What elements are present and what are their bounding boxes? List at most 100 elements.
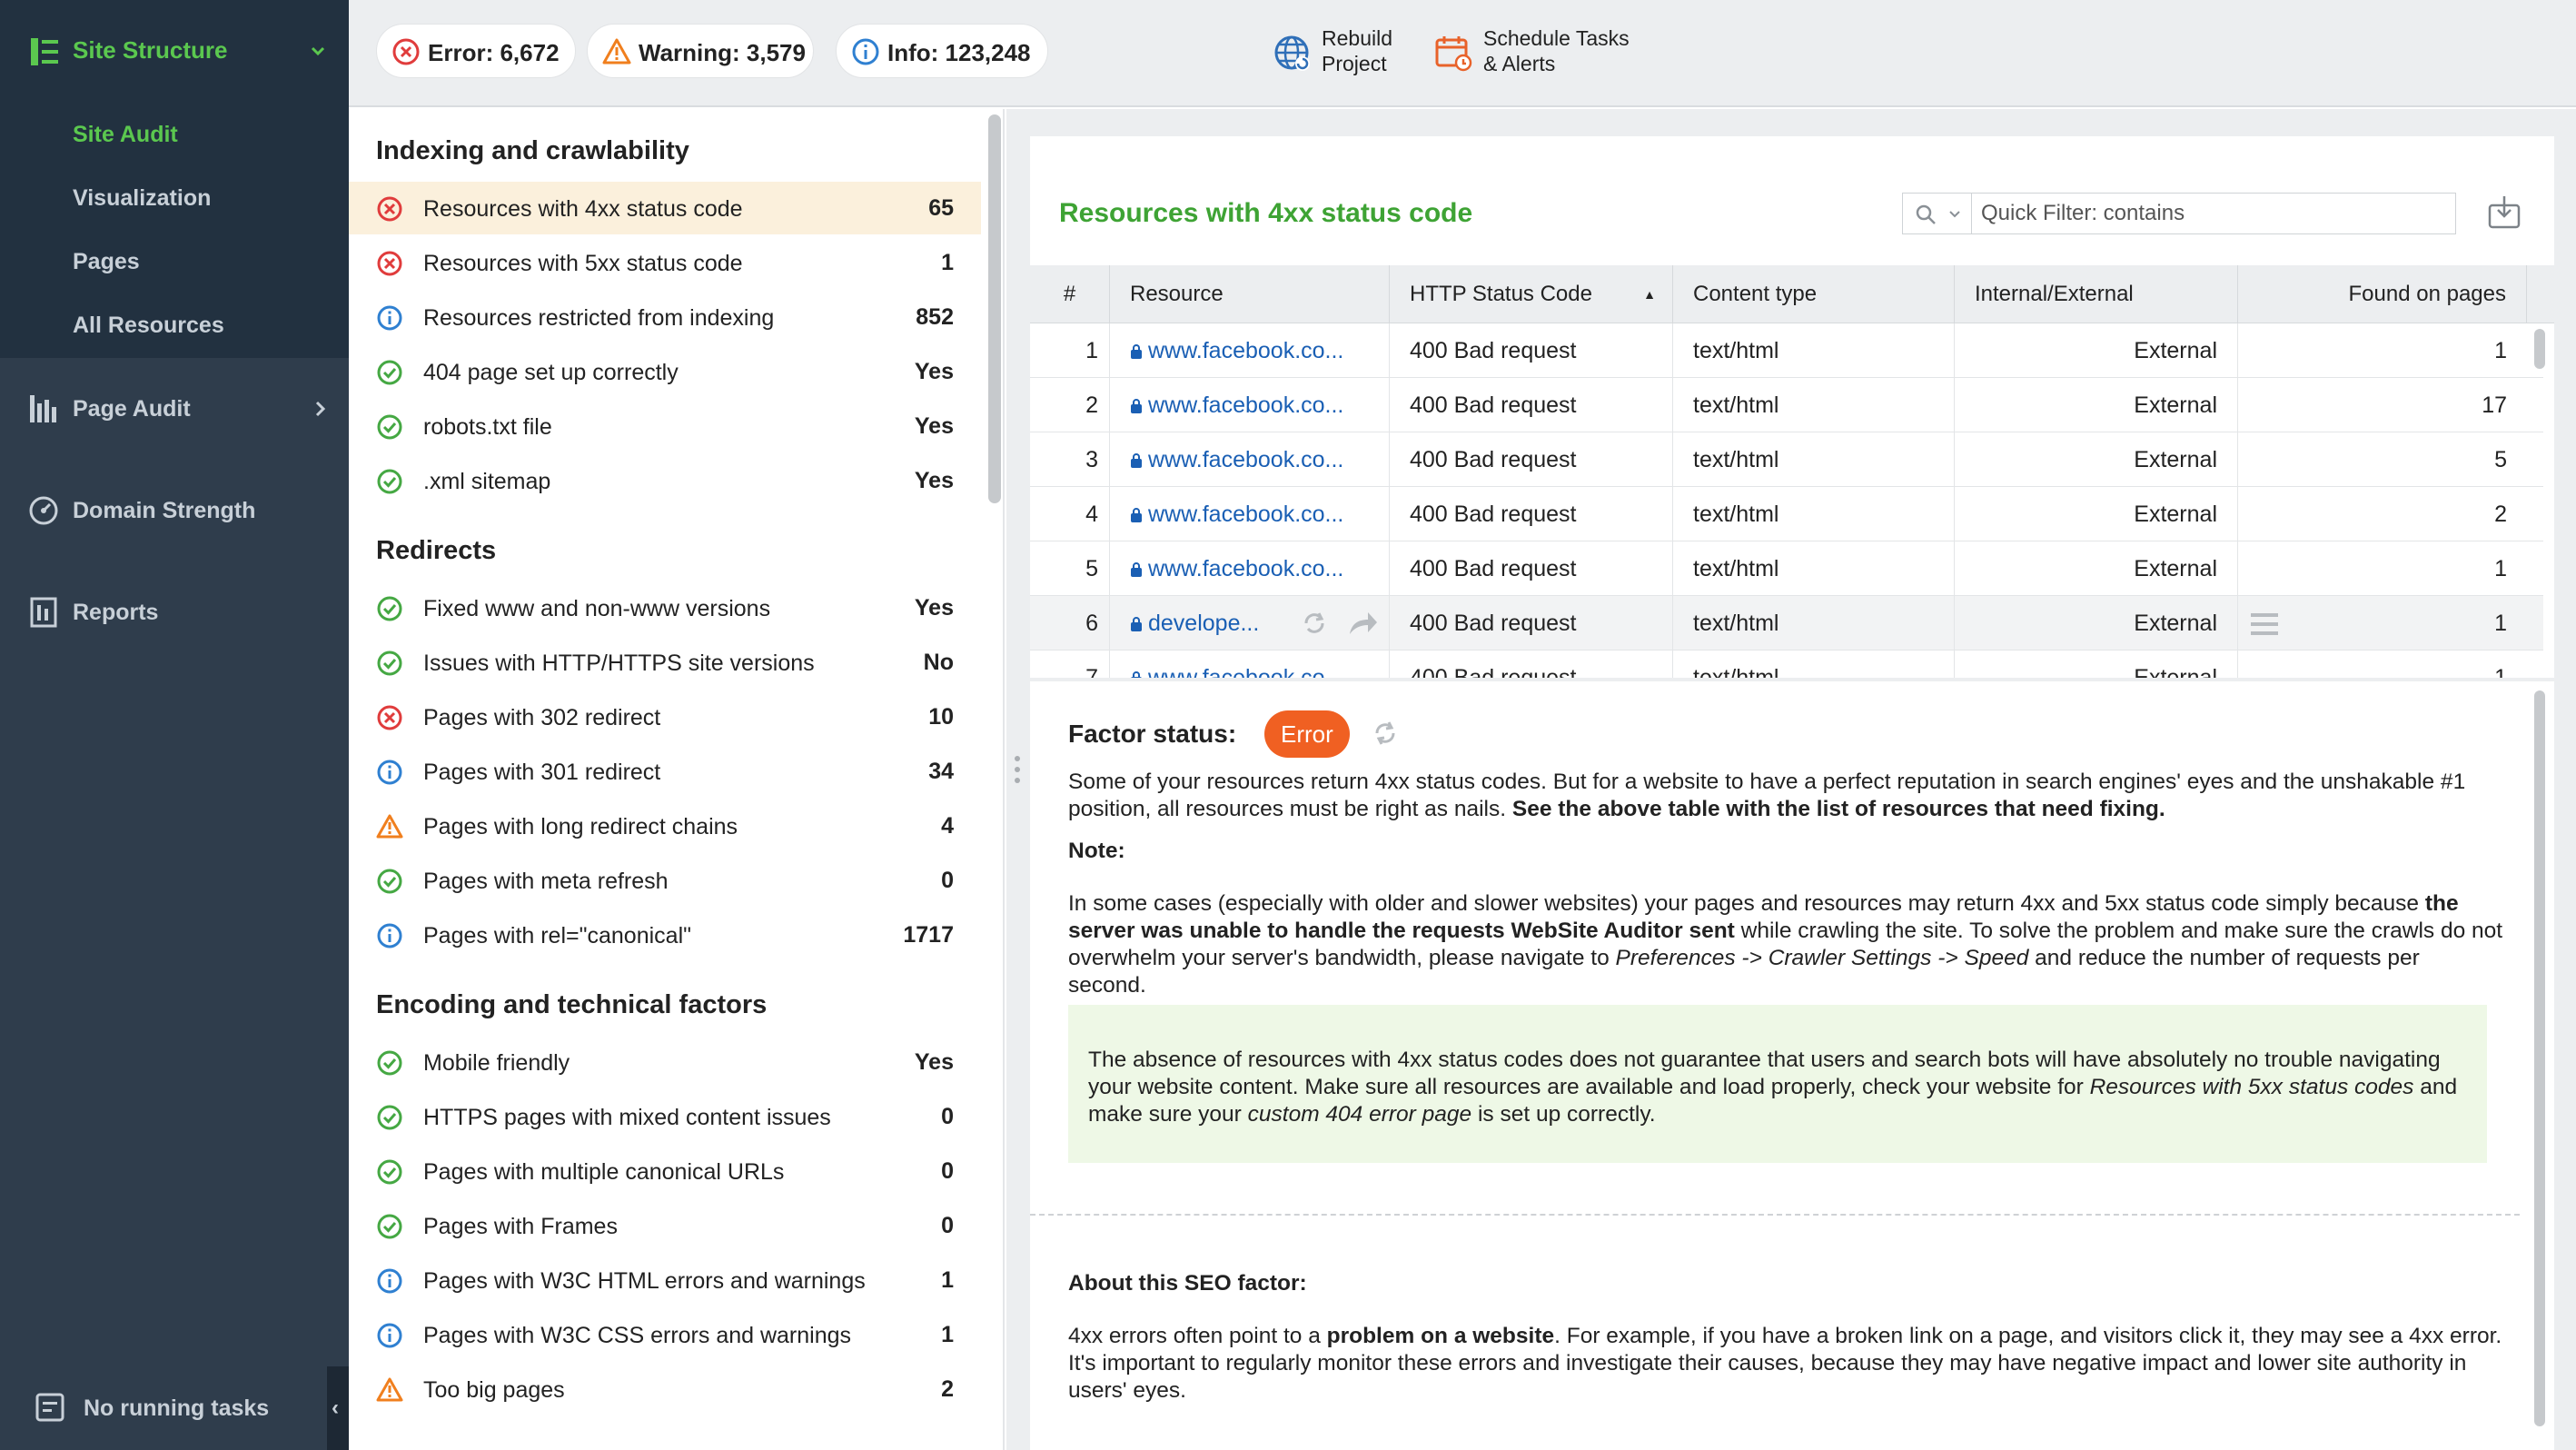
sidebar-item-label: Domain Strength	[73, 498, 256, 523]
sidebar-item-domain-strength[interactable]: Domain Strength	[0, 480, 349, 543]
factor-row[interactable]: Pages with 302 redirect 10	[349, 690, 981, 743]
sidebar: Site Structure Site Audit Visualization …	[0, 0, 349, 1450]
factor-row[interactable]: Pages with meta refresh 0	[349, 854, 981, 907]
content-type: text/html	[1673, 487, 1955, 541]
info-circle-icon	[377, 760, 402, 785]
factor-value: 0	[941, 1158, 954, 1184]
column-header-content-type[interactable]: Content type	[1673, 265, 1955, 323]
column-header-http-status[interactable]: HTTP Status Code ▲	[1390, 265, 1673, 323]
description-scrollbar[interactable]	[2534, 690, 2545, 1426]
tip-paragraph: The absence of resources with 4xx status…	[1088, 1048, 2458, 1127]
factor-row[interactable]: Pages with W3C HTML errors and warnings …	[349, 1254, 981, 1306]
resource-link[interactable]: www.facebook.co...	[1110, 541, 1390, 596]
factor-row[interactable]: Pages with multiple canonical URLs 0	[349, 1145, 981, 1197]
column-header-number[interactable]: #	[1030, 265, 1110, 323]
sidebar-item-site-structure[interactable]: Site Structure	[0, 0, 349, 102]
factor-row[interactable]: Pages with 301 redirect 34	[349, 745, 981, 798]
row-menu-icon[interactable]	[2249, 611, 2280, 638]
column-header-resource[interactable]: Resource	[1110, 265, 1390, 323]
column-header-internal-external[interactable]: Internal/External	[1955, 265, 2238, 323]
factor-value: Yes	[914, 595, 954, 621]
factor-row[interactable]: Pages with rel="canonical" 1717	[349, 909, 981, 961]
row-number: 1	[1030, 323, 1110, 378]
resource-link[interactable]: www.facebook.co...	[1110, 487, 1390, 541]
resource-link[interactable]: www.facebook.co...	[1110, 432, 1390, 487]
resource-link[interactable]: www.facebook.co...	[1110, 378, 1390, 432]
table-row[interactable]: 2 www.facebook.co... 400 Bad request tex…	[1030, 378, 2543, 432]
http-status: 400 Bad request	[1390, 487, 1673, 541]
factor-row[interactable]: Pages with W3C CSS errors and warnings 1	[349, 1308, 981, 1361]
warning-triangle-icon	[376, 1377, 403, 1402]
column-header-found-on-pages[interactable]: Found on pages	[2238, 265, 2527, 323]
table-row[interactable]: 3 www.facebook.co... 400 Bad request tex…	[1030, 432, 2543, 487]
http-status: 400 Bad request	[1390, 432, 1673, 487]
factor-row[interactable]: Pages with Frames 0	[349, 1199, 981, 1252]
factor-value: 65	[928, 195, 954, 221]
factor-row[interactable]: Fixed www and non-www versions Yes	[349, 581, 981, 634]
factor-row[interactable]: 404 page set up correctly Yes	[349, 345, 981, 398]
collapse-sidebar-button[interactable]: ‹	[327, 1366, 349, 1450]
internal-external: External	[1955, 651, 2238, 678]
factor-value: Yes	[914, 1049, 954, 1075]
info-circle-icon	[377, 1323, 402, 1348]
lock-icon	[1131, 399, 1142, 413]
reports-icon	[30, 597, 57, 628]
factor-name: Pages with rel="canonical"	[423, 923, 691, 948]
table-row[interactable]: 7 www.facebook.co... 400 Bad request tex…	[1030, 651, 2543, 678]
info-count-badge[interactable]: Info: 123,248	[836, 24, 1048, 78]
table-row[interactable]: 6 develope... 400 Bad request text/html …	[1030, 596, 2543, 651]
sidebar-item-all-resources[interactable]: All Resources	[73, 313, 224, 339]
factor-name: 404 page set up correctly	[423, 360, 679, 385]
factor-name: robots.txt file	[423, 414, 552, 440]
factor-row[interactable]: .xml sitemap Yes	[349, 454, 981, 507]
filter-mode-dropdown[interactable]	[1903, 194, 1972, 233]
table-row[interactable]: 4 www.facebook.co... 400 Bad request tex…	[1030, 487, 2543, 541]
factor-row[interactable]: Too big pages 2	[349, 1363, 981, 1415]
rebuild-project-button[interactable]: Rebuild Project	[1272, 25, 1417, 82]
refresh-icon[interactable]	[1372, 720, 1399, 747]
factor-row[interactable]: Resources with 4xx status code 65	[349, 182, 981, 234]
factor-value: 4	[941, 813, 954, 839]
resource-link[interactable]: www.facebook.co...	[1110, 651, 1390, 678]
table-row[interactable]: 5 www.facebook.co... 400 Bad request tex…	[1030, 541, 2543, 596]
sidebar-item-site-audit[interactable]: Site Audit	[73, 122, 178, 148]
factor-list-scrollbar[interactable]	[988, 114, 1001, 503]
recheck-icon[interactable]	[1299, 609, 1330, 638]
chevron-left-icon: ‹	[332, 1395, 339, 1420]
sidebar-item-label: Reports	[73, 600, 159, 625]
factor-name: Resources with 5xx status code	[423, 251, 743, 276]
internal-external: External	[1955, 323, 2238, 378]
sidebar-item-page-audit[interactable]: Page Audit	[0, 378, 349, 442]
factor-value: 1	[941, 1267, 954, 1293]
factor-row[interactable]: HTTPS pages with mixed content issues 0	[349, 1090, 981, 1143]
content-type: text/html	[1673, 596, 1955, 651]
sidebar-item-visualization[interactable]: Visualization	[73, 185, 211, 212]
warning-count-badge[interactable]: Warning: 3,579	[587, 24, 814, 78]
panel-splitter-vertical[interactable]	[1006, 109, 1028, 1450]
running-tasks-status[interactable]: No running tasks	[0, 1365, 349, 1450]
lock-icon	[1131, 671, 1142, 678]
share-arrow-icon[interactable]	[1346, 609, 1379, 638]
section-divider	[1030, 1214, 2520, 1216]
quick-filter-input[interactable]	[1981, 199, 2435, 228]
factor-row[interactable]: Resources restricted from indexing 852	[349, 291, 981, 343]
factor-row[interactable]: robots.txt file Yes	[349, 400, 981, 452]
factor-row[interactable]: Pages with long redirect chains 4	[349, 799, 981, 852]
factor-row[interactable]: Resources with 5xx status code 1	[349, 236, 981, 289]
factor-row[interactable]: Mobile friendly Yes	[349, 1036, 981, 1088]
table-row[interactable]: 1 www.facebook.co... 400 Bad request tex…	[1030, 323, 2543, 378]
error-count-badge[interactable]: Error: 6,672	[376, 24, 576, 78]
info-count: Info: 123,248	[887, 39, 1031, 66]
factor-name: .xml sitemap	[423, 469, 551, 494]
factor-name: Pages with multiple canonical URLs	[423, 1159, 785, 1185]
sidebar-item-reports[interactable]: Reports	[0, 581, 349, 645]
resource-link[interactable]: www.facebook.co...	[1110, 323, 1390, 378]
factor-row[interactable]: Issues with HTTP/HTTPS site versions No	[349, 636, 981, 689]
schedule-tasks-button[interactable]: Schedule Tasks & Alerts	[1433, 25, 1642, 82]
sidebar-item-pages[interactable]: Pages	[73, 249, 140, 275]
export-icon[interactable]	[2485, 193, 2523, 231]
table-scrollbar[interactable]	[2534, 329, 2545, 369]
info-circle-icon	[377, 305, 402, 331]
factor-name: Pages with Frames	[423, 1214, 618, 1239]
factor-value: 1	[941, 1322, 954, 1347]
